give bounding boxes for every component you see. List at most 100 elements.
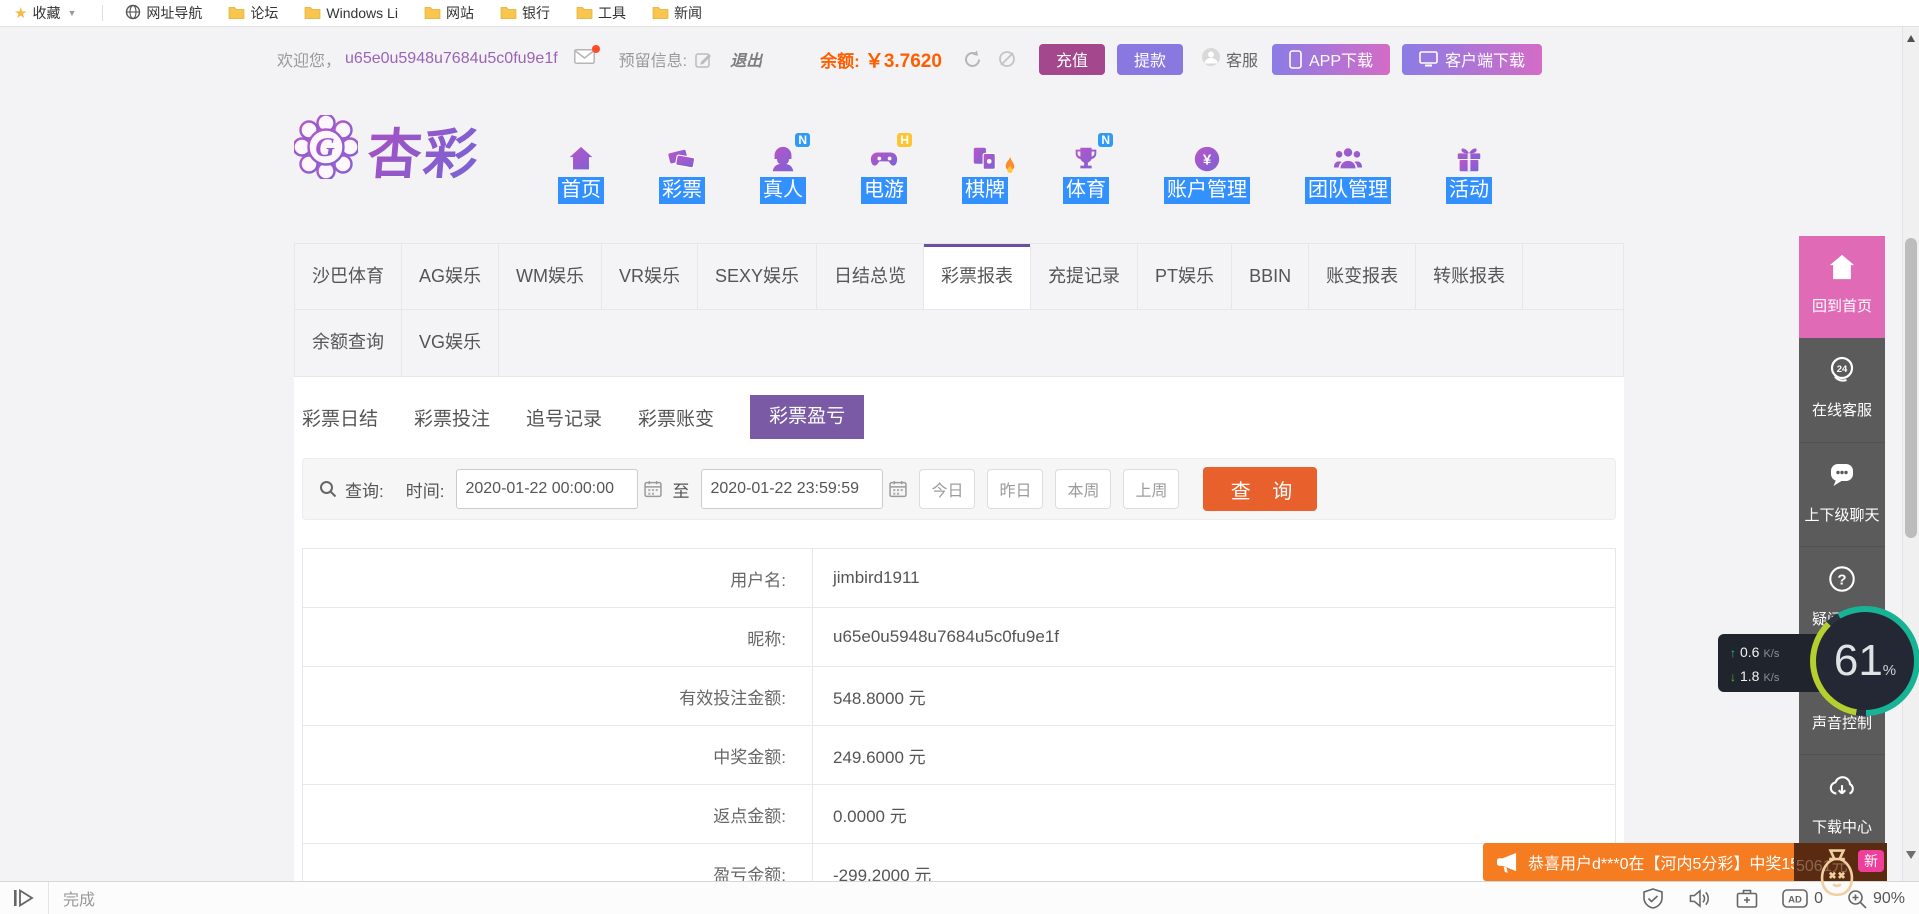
nav-item-live[interactable]: N 真人 — [760, 140, 806, 204]
account-header: 欢迎您， u65e0u5948u7684u5c0fu9e1f 预留信息: 退出 … — [277, 40, 1637, 78]
side-chat-button[interactable]: 上下级聊天 — [1799, 442, 1885, 546]
hide-balance-icon[interactable] — [997, 49, 1017, 69]
side-service-button[interactable]: 24 在线客服 — [1799, 338, 1885, 442]
subtab-chase[interactable]: 追号记录 — [526, 404, 602, 431]
continue-play-icon[interactable] — [12, 889, 36, 907]
tab-ag[interactable]: AG娱乐 — [402, 244, 499, 309]
bookmark-label: 新闻 — [674, 3, 702, 23]
side-home-button[interactable]: 回到首页 — [1799, 236, 1885, 338]
nav-item-team[interactable]: 团队管理 — [1305, 140, 1391, 204]
bookmark-folder-forum[interactable]: 论坛 — [228, 3, 278, 23]
query-submit-button[interactable]: 查 询 — [1203, 467, 1317, 511]
bookmark-folder-tools[interactable]: 工具 — [576, 3, 626, 23]
extensions-case-icon[interactable] — [1736, 888, 1758, 909]
bookmark-folder-sites[interactable]: 网站 — [424, 3, 474, 23]
page-scrollbar[interactable] — [1902, 27, 1919, 881]
calendar-icon[interactable] — [644, 480, 662, 498]
logout-link[interactable]: 退出 — [730, 47, 762, 71]
scrollbar-thumb[interactable] — [1905, 238, 1917, 538]
site-logo[interactable]: G 杏彩 — [294, 110, 480, 189]
speed-unit: K/s — [1763, 643, 1779, 665]
subtab-account-change[interactable]: 彩票账变 — [638, 404, 714, 431]
nav-item-home[interactable]: 首页 — [558, 140, 604, 204]
mute-speaker-icon[interactable] — [1688, 888, 1712, 909]
withdraw-button[interactable]: 提款 — [1117, 44, 1183, 75]
nav-item-sports[interactable]: N 体育 — [1063, 140, 1109, 204]
recharge-button[interactable]: 充值 — [1039, 44, 1105, 75]
date-to-input[interactable] — [701, 469, 883, 509]
row-value: 548.8000 元 — [813, 667, 1615, 725]
bookmark-folder-windows[interactable]: Windows Li — [304, 5, 398, 22]
nav-item-boardgames[interactable]: 棋牌 — [962, 140, 1008, 204]
subtab-daily[interactable]: 彩票日结 — [302, 404, 378, 431]
row-value: u65e0u5948u7684u5c0fu9e1f — [813, 608, 1615, 666]
nav-item-promotions[interactable]: 活动 — [1446, 140, 1492, 204]
resource-gauge[interactable]: 61 % — [1810, 606, 1919, 716]
tab-balance-change[interactable]: 账变报表 — [1309, 244, 1416, 309]
quick-today-button[interactable]: 今日 — [919, 469, 975, 509]
report-tabs-row2: 余额查询 VG娱乐 — [295, 310, 1623, 376]
monitor-icon — [1419, 51, 1438, 67]
quick-thisweek-button[interactable]: 本周 — [1055, 469, 1111, 509]
winner-notification[interactable]: 恭喜用户d***0在【河内5分彩】中奖15061元 5061元 新 — [1483, 843, 1887, 881]
tab-bbin[interactable]: BBIN — [1232, 244, 1309, 309]
tab-lottery-report[interactable]: 彩票报表 — [924, 244, 1031, 309]
bookmark-nav-site[interactable]: 网址导航 — [125, 3, 202, 23]
balance-group: 余额: ￥3.7620 — [820, 46, 1017, 73]
edit-icon[interactable] — [695, 51, 712, 68]
home-icon — [1827, 253, 1857, 286]
customer-service-link[interactable]: 客服 — [1201, 47, 1258, 72]
tab-vg[interactable]: VG娱乐 — [402, 310, 499, 376]
tab-balance-query[interactable]: 余额查询 — [295, 310, 402, 376]
browser-window: ★ 收藏 ▼ 网址导航 论坛 Windows Li 网站 银行 工具 — [0, 0, 1919, 914]
megaphone-icon — [1496, 852, 1519, 873]
app-download-button[interactable]: APP下载 — [1272, 44, 1390, 75]
row-label: 有效投注金额: — [303, 667, 813, 725]
quick-yesterday-button[interactable]: 昨日 — [987, 469, 1043, 509]
tab-daily-summary[interactable]: 日结总览 — [817, 244, 924, 309]
nav-label: 账户管理 — [1164, 177, 1250, 204]
welcome-label: 欢迎您， — [277, 47, 341, 71]
balance-value: ￥3.7620 — [865, 46, 942, 73]
date-from-input[interactable] — [456, 469, 638, 509]
bookmark-folder-news[interactable]: 新闻 — [652, 3, 702, 23]
tab-wm[interactable]: WM娱乐 — [499, 244, 602, 309]
folder-icon — [304, 5, 321, 22]
page-status-text: 完成 — [63, 886, 95, 910]
nav-label: 彩票 — [659, 177, 705, 204]
bookmark-folder-bank[interactable]: 银行 — [500, 3, 550, 23]
quick-lastweek-button[interactable]: 上周 — [1123, 469, 1179, 509]
nav-item-egames[interactable]: H 电游 — [861, 140, 907, 204]
refresh-icon[interactable] — [962, 49, 983, 70]
tab-sexy[interactable]: SEXY娱乐 — [698, 244, 817, 309]
chat-bubble-icon — [1826, 460, 1858, 495]
nav-label: 电游 — [861, 177, 907, 204]
nav-item-lottery[interactable]: 彩票 — [659, 140, 705, 204]
tab-shaba-sports[interactable]: 沙巴体育 — [295, 244, 402, 309]
client-download-button[interactable]: 客户端下载 — [1402, 44, 1542, 75]
subtab-profit-loss[interactable]: 彩票盈亏 — [750, 395, 864, 439]
tab-vr[interactable]: VR娱乐 — [602, 244, 698, 309]
bookmark-label: 工具 — [598, 3, 626, 23]
security-shield-icon[interactable] — [1642, 888, 1664, 910]
live-dealer-icon: N — [768, 140, 798, 174]
message-icon[interactable] — [574, 49, 595, 69]
scroll-down-arrow-icon[interactable] — [1906, 851, 1916, 859]
tab-transfer-report[interactable]: 转账报表 — [1416, 244, 1523, 309]
red-packet-widget[interactable]: 5061元 新 — [1794, 843, 1887, 881]
tab-deposit-withdraw[interactable]: 充提记录 — [1031, 244, 1138, 309]
calendar-icon[interactable] — [889, 480, 907, 498]
main-navigation: 首页 彩票 N 真人 H 电游 棋牌 N 体育 ¥ 账户管理 团队管理 — [558, 140, 1492, 204]
report-tabs-row1: 沙巴体育 AG娱乐 WM娱乐 VR娱乐 SEXY娱乐 日结总览 彩票报表 充提记… — [295, 244, 1623, 310]
floating-side-menu: 回到首页 24 在线客服 上下级聊天 ? 疑问解答 声音控制 下载中心 — [1799, 236, 1885, 858]
table-row: 盈亏金额: -299.2000 元 — [303, 844, 1615, 881]
tab-pt[interactable]: PT娱乐 — [1138, 244, 1232, 309]
nav-item-account[interactable]: ¥ 账户管理 — [1164, 140, 1250, 204]
favorites-menu[interactable]: ★ 收藏 ▼ — [14, 3, 76, 23]
status-bar-icons: AD0 90% — [1642, 882, 1905, 914]
row-value: jimbird1911 — [813, 549, 1615, 607]
subtab-bets[interactable]: 彩票投注 — [414, 404, 490, 431]
scroll-up-arrow-icon[interactable] — [1907, 35, 1915, 42]
balance-label: 余额: — [820, 47, 860, 72]
nav-label: 真人 — [760, 177, 806, 204]
